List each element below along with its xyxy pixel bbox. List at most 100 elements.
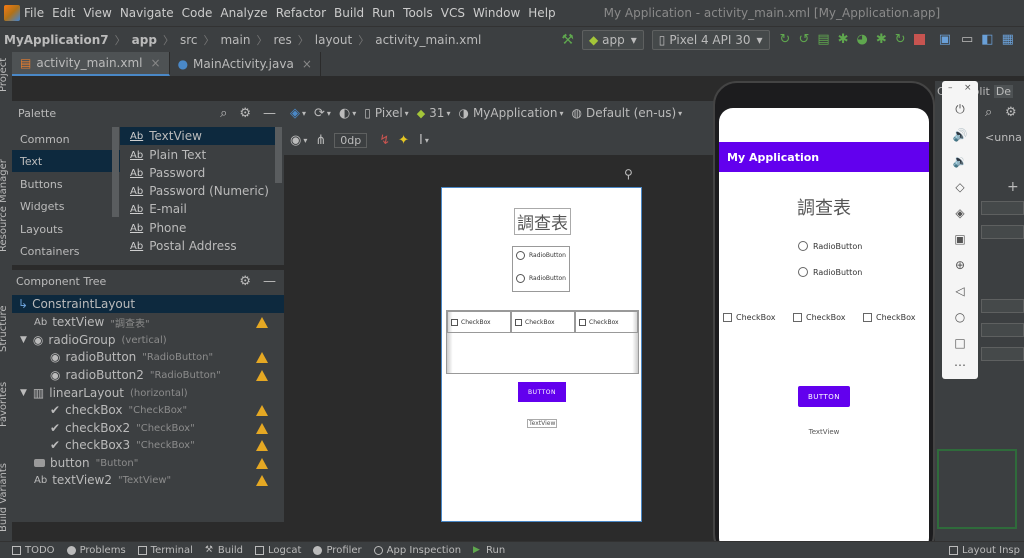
menu-vcs[interactable]: VCS — [441, 6, 465, 20]
tree-row-checkbox2[interactable]: ✔ checkBox2 "CheckBox" — [12, 419, 268, 437]
overview-icon[interactable]: □ — [952, 335, 968, 351]
breadcrumb-app[interactable]: app — [132, 33, 157, 47]
palette-category-common[interactable]: Common — [12, 128, 120, 150]
default-margin-field[interactable]: 0dp — [334, 132, 368, 148]
menu-analyze[interactable]: Analyze — [220, 6, 267, 20]
close-icon[interactable]: × — [151, 56, 161, 70]
menu-view[interactable]: View — [83, 6, 111, 20]
palette-item-password-numeric[interactable]: Ab Password (Numeric) — [120, 182, 280, 200]
tool-problems[interactable]: Problems — [66, 545, 126, 556]
breadcrumb-src[interactable]: src — [180, 33, 198, 47]
tab-design[interactable]: De — [993, 84, 1014, 98]
power-icon[interactable]: ⏻ — [952, 101, 968, 117]
id-field[interactable]: <unna — [985, 131, 1022, 144]
tree-row-radiogroup[interactable]: ▼ ◉ radioGroup (vertical) — [12, 331, 268, 349]
warning-icon[interactable] — [256, 474, 268, 486]
locale-select[interactable]: Default (en-us) — [586, 106, 676, 120]
minimize-icon[interactable]: – — [948, 83, 953, 93]
add-icon[interactable]: + — [1007, 179, 1019, 195]
palette-items-scrollbar[interactable] — [275, 127, 282, 183]
apply-code-changes-icon[interactable]: ↺ — [798, 32, 809, 47]
emulator-screen[interactable]: My Application 調查表 RadioButton RadioButt… — [719, 108, 929, 552]
rotate-left-icon[interactable]: ◇ — [952, 179, 968, 195]
camera-icon[interactable]: ▣ — [952, 231, 968, 247]
menu-edit[interactable]: Edit — [52, 6, 75, 20]
emulator-check1[interactable]: CheckBox — [723, 313, 775, 322]
tool-logcat[interactable]: Logcat — [255, 545, 301, 556]
palette-category-text[interactable]: Text — [12, 150, 120, 172]
preview-check3[interactable]: CheckBox — [575, 311, 638, 333]
attribute-field[interactable] — [981, 347, 1024, 361]
guidelines-icon[interactable]: I — [419, 133, 423, 148]
chevron-down-icon[interactable]: ▼ — [20, 335, 27, 345]
tree-row-checkbox3[interactable]: ✔ checkBox3 "CheckBox" — [12, 436, 268, 454]
breadcrumb-project[interactable]: MyApplication7 — [4, 33, 109, 47]
menu-code[interactable]: Code — [182, 6, 213, 20]
warning-icon[interactable] — [256, 439, 268, 451]
menu-refactor[interactable]: Refactor — [276, 6, 326, 20]
sync-gradle-icon[interactable]: ▣ — [939, 32, 951, 47]
hammer-icon[interactable]: ⚒ — [561, 32, 574, 48]
tool-build[interactable]: ⚒ Build — [205, 545, 243, 556]
pin-icon[interactable]: ⚲ — [624, 167, 633, 181]
attribute-field[interactable] — [981, 323, 1024, 337]
tool-profiler[interactable]: Profiler — [313, 545, 362, 556]
tool-resource-manager[interactable]: Resource Manager — [0, 159, 9, 252]
emulator-radio2[interactable]: RadioButton — [798, 267, 862, 277]
close-icon[interactable]: × — [302, 57, 312, 71]
more-icon[interactable]: ⋯ — [952, 357, 968, 373]
debug-icon[interactable]: ✱ — [838, 32, 849, 47]
device-select[interactable]: ▯ Pixel 4 API 30 ▾ — [651, 29, 770, 50]
palette-category-containers[interactable]: Containers — [12, 240, 120, 262]
attribute-field[interactable] — [981, 225, 1024, 239]
home-icon[interactable]: ○ — [952, 309, 968, 325]
menu-tools[interactable]: Tools — [403, 6, 433, 20]
magnet-off-icon[interactable]: ⋔ — [315, 133, 326, 148]
run-tests-icon[interactable]: ↻ — [895, 32, 906, 47]
attribute-field[interactable] — [981, 201, 1024, 215]
apply-changes-icon[interactable]: ↻ — [780, 32, 791, 47]
run-icon[interactable]: ▤ — [817, 32, 829, 47]
infer-constraints-icon[interactable]: ✦ — [398, 133, 409, 148]
preview-radio-group[interactable]: RadioButton RadioButton — [512, 246, 570, 292]
menu-navigate[interactable]: Navigate — [120, 6, 174, 20]
preview-button[interactable]: BUTTON — [518, 382, 566, 402]
breadcrumb-file[interactable]: activity_main.xml — [375, 33, 481, 47]
tool-favorites[interactable]: Favorites — [0, 382, 9, 427]
tree-row-checkbox[interactable]: ✔ checkBox "CheckBox" — [12, 401, 268, 419]
palette-item-email[interactable]: Ab E-mail — [120, 200, 280, 218]
tool-layout-inspector[interactable]: Layout Insp — [948, 545, 1020, 556]
tool-terminal[interactable]: Terminal — [137, 545, 193, 556]
palette-category-widgets[interactable]: Widgets — [12, 195, 120, 217]
preview-check2[interactable]: CheckBox — [511, 311, 575, 333]
emulator-check3[interactable]: CheckBox — [863, 313, 915, 322]
palette-category-buttons[interactable]: Buttons — [12, 173, 120, 195]
preview-radio2[interactable]: RadioButton — [516, 274, 566, 283]
gear-icon[interactable]: ⚙ — [239, 274, 251, 289]
tool-app-inspection[interactable]: App Inspection — [373, 545, 461, 556]
warning-icon[interactable] — [256, 457, 268, 469]
menu-run[interactable]: Run — [372, 6, 395, 20]
emulator-button[interactable]: BUTTON — [798, 386, 850, 407]
tree-row-textview[interactable]: Ab textView "調查表" — [12, 313, 268, 331]
menu-help[interactable]: Help — [528, 6, 555, 20]
device-select[interactable]: Pixel — [375, 106, 403, 120]
layout-preview[interactable]: 調查表 RadioButton RadioButton CheckBox Che… — [441, 187, 642, 522]
preview-radio1[interactable]: RadioButton — [516, 251, 566, 260]
clear-constraints-icon[interactable]: ↯ — [379, 133, 390, 148]
emulator-radio1[interactable]: RadioButton — [798, 241, 862, 251]
constraint-widget[interactable] — [937, 449, 1017, 529]
layers-icon[interactable]: ◈ — [290, 106, 300, 121]
warning-icon[interactable] — [256, 369, 268, 381]
attribute-field[interactable] — [981, 299, 1024, 313]
menu-file[interactable]: File — [24, 6, 44, 20]
night-mode-icon[interactable]: ◐ — [339, 106, 350, 121]
breadcrumb-layout[interactable]: layout — [315, 33, 352, 47]
palette-item-password[interactable]: Ab Password — [120, 164, 280, 182]
tree-row-radiobutton[interactable]: ◉ radioButton "RadioButton" — [12, 348, 268, 366]
emulator-check2[interactable]: CheckBox — [793, 313, 845, 322]
theme-select[interactable]: MyApplication — [473, 106, 558, 120]
volume-up-icon[interactable]: 🔊 — [952, 127, 968, 143]
tree-row-linearlayout[interactable]: ▼ ▥ linearLayout (horizontal) — [12, 384, 268, 402]
search-icon[interactable]: ⌕ — [220, 106, 227, 121]
